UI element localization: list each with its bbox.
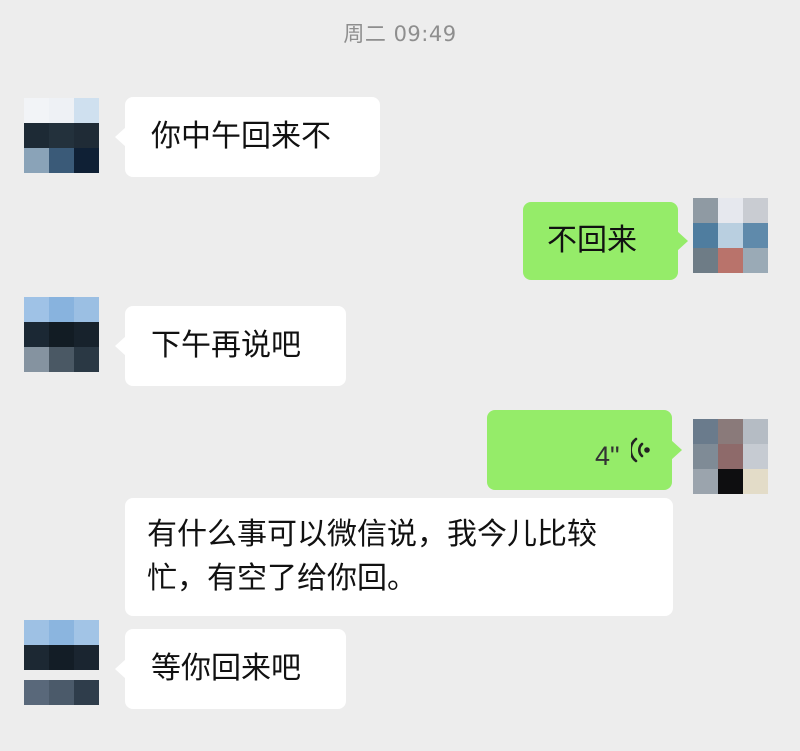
my-avatar[interactable] [693,198,768,273]
contact-avatar[interactable] [24,98,99,173]
message-bubble-incoming[interactable]: 有什么事可以微信说，我今儿比较 忙，有空了给你回。 [125,498,673,616]
message-bubble-incoming[interactable]: 等你回来吧 [115,629,346,709]
contact-avatar[interactable] [24,620,99,715]
voice-wave-icon [631,437,650,463]
message-text-line: 有什么事可以微信说，我今儿比较 [147,517,597,552]
message-text: 不回来 [547,223,637,258]
voice-duration: 4" [595,441,620,471]
message-bubble-incoming[interactable]: 你中午回来不 [115,97,380,177]
chat-timestamp: 周二 09:49 [343,22,457,46]
contact-avatar[interactable] [24,297,99,372]
voice-message-bubble[interactable]: 4" [487,410,682,490]
message-text: 你中午回来不 [151,119,331,154]
message-text: 下午再说吧 [151,328,301,363]
my-avatar[interactable] [693,419,768,494]
message-bubble-outgoing[interactable]: 不回来 [523,202,688,280]
message-text: 等你回来吧 [151,651,301,686]
message-text-line: 忙，有空了给你回。 [147,561,417,596]
message-bubble-incoming[interactable]: 下午再说吧 [115,306,346,386]
